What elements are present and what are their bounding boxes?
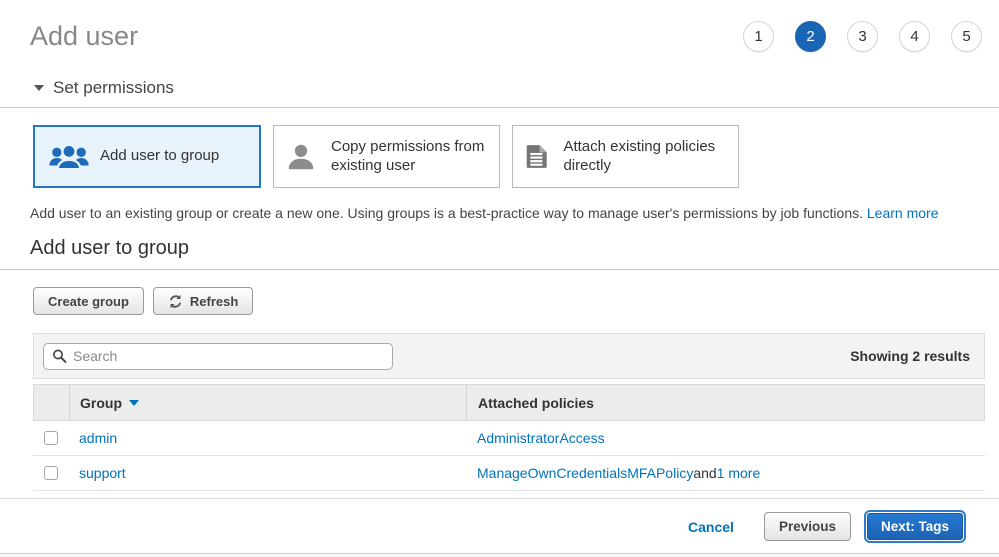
page-title: Add user <box>30 21 138 52</box>
create-group-label: Create group <box>48 294 129 309</box>
option-copy-permissions[interactable]: Copy permissions from existing user <box>273 125 500 188</box>
previous-label: Previous <box>779 519 836 534</box>
collapse-triangle-icon <box>34 85 44 91</box>
user-group-icon <box>48 142 90 172</box>
section-description: Add user to an existing group or create … <box>30 205 969 221</box>
step-5[interactable]: 5 <box>951 21 982 52</box>
cancel-link[interactable]: Cancel <box>688 519 734 535</box>
row-checkbox[interactable] <box>44 466 58 480</box>
column-header-attached-policies: Attached policies <box>467 385 984 420</box>
table-toolbar: Showing 2 results <box>33 333 985 379</box>
option-label: Attach existing policies directly <box>563 138 725 176</box>
step-1[interactable]: 1 <box>743 21 774 52</box>
table-row-admin[interactable]: admin AdministratorAccess <box>33 421 985 456</box>
policies-column-label: Attached policies <box>478 395 594 411</box>
next-button-focus-ring: Next: Tags <box>864 510 966 543</box>
previous-button[interactable]: Previous <box>764 512 851 541</box>
group-cell: support <box>69 456 466 490</box>
table-header: Group Attached policies <box>33 384 985 421</box>
row-checkbox[interactable] <box>44 431 58 445</box>
groups-table: Showing 2 results Group Attached policie… <box>33 333 985 491</box>
group-link[interactable]: support <box>79 465 126 481</box>
option-add-user-to-group[interactable]: Add user to group <box>33 125 261 188</box>
search-box[interactable] <box>43 343 393 370</box>
set-permissions-section-header[interactable]: Set permissions <box>34 78 999 98</box>
policy-link[interactable]: ManageOwnCredentialsMFAPolicy <box>477 465 693 481</box>
refresh-icon <box>168 294 183 309</box>
divider <box>0 107 999 108</box>
section-title: Set permissions <box>53 78 174 98</box>
group-link[interactable]: admin <box>79 430 117 446</box>
group-cell: admin <box>69 421 466 455</box>
option-label: Copy permissions from existing user <box>331 138 486 176</box>
step-4[interactable]: 4 <box>899 21 930 52</box>
page-bottom-strip <box>0 553 999 557</box>
next-label: Next: Tags <box>881 519 949 534</box>
results-summary: Showing 2 results <box>850 348 970 364</box>
policies-cell: ManageOwnCredentialsMFAPolicy and 1 more <box>466 456 985 490</box>
search-icon <box>52 348 67 364</box>
refresh-label: Refresh <box>190 294 238 309</box>
wizard-footer: Cancel Previous Next: Tags <box>0 499 999 543</box>
permission-option-cards: Add user to group Copy permissions from … <box>33 125 969 188</box>
group-actions: Create group Refresh <box>33 287 999 315</box>
group-column-label: Group <box>80 395 122 411</box>
option-attach-policies[interactable]: Attach existing policies directly <box>512 125 739 188</box>
step-3[interactable]: 3 <box>847 21 878 52</box>
policy-document-icon <box>526 141 547 172</box>
learn-more-link[interactable]: Learn more <box>867 205 939 221</box>
table-row-support[interactable]: support ManageOwnCredentialsMFAPolicy an… <box>33 456 985 491</box>
refresh-button[interactable]: Refresh <box>153 287 253 315</box>
more-policies-link[interactable]: 1 more <box>717 465 761 481</box>
column-header-group[interactable]: Group <box>70 385 467 420</box>
step-2-active[interactable]: 2 <box>795 21 826 52</box>
policies-cell: AdministratorAccess <box>466 421 985 455</box>
group-section-title: Add user to group <box>30 237 999 260</box>
description-text: Add user to an existing group or create … <box>30 205 863 221</box>
page-header: Add user 1 2 3 4 5 <box>0 0 999 56</box>
search-input[interactable] <box>73 348 384 364</box>
row-checkbox-cell <box>33 456 69 490</box>
next-tags-button[interactable]: Next: Tags <box>867 513 963 540</box>
single-user-icon <box>287 142 315 172</box>
create-group-button[interactable]: Create group <box>33 287 144 315</box>
policies-joiner: and <box>693 465 716 481</box>
policy-link[interactable]: AdministratorAccess <box>477 430 605 446</box>
divider <box>0 269 999 270</box>
sort-descending-icon <box>129 400 139 406</box>
header-checkbox-column <box>34 385 70 420</box>
row-checkbox-cell <box>33 421 69 455</box>
option-label: Add user to group <box>100 147 219 166</box>
step-indicator: 1 2 3 4 5 <box>743 21 982 52</box>
